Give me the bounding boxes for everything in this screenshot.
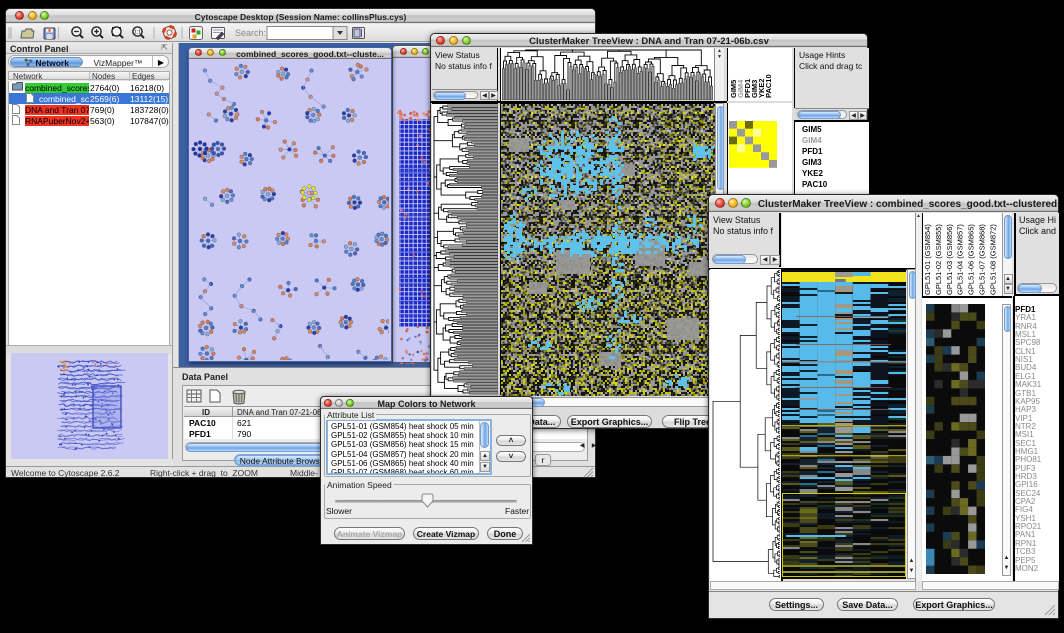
svg-text:GPL51-08 (GSM872): GPL51-08 (GSM872) <box>988 224 997 295</box>
svg-text:GPL51-06 (GSM865): GPL51-06 (GSM865) <box>967 224 976 295</box>
svg-text:GPL51-04 (GSM857): GPL51-04 (GSM857) <box>956 224 965 295</box>
svg-text:GPL51-03 (GSM856): GPL51-03 (GSM856) <box>945 224 954 295</box>
svg-text:PAC10: PAC10 <box>764 74 773 98</box>
svg-text:GPL51-01 (GSM854): GPL51-01 (GSM854) <box>923 224 932 295</box>
svg-text:GPL51-02 (GSM855): GPL51-02 (GSM855) <box>934 224 943 295</box>
svg-text:Search:: Search: <box>235 28 266 38</box>
svg-text:1:1: 1:1 <box>134 30 141 36</box>
svg-text:GPL51-07 (GSM868): GPL51-07 (GSM868) <box>978 224 987 295</box>
